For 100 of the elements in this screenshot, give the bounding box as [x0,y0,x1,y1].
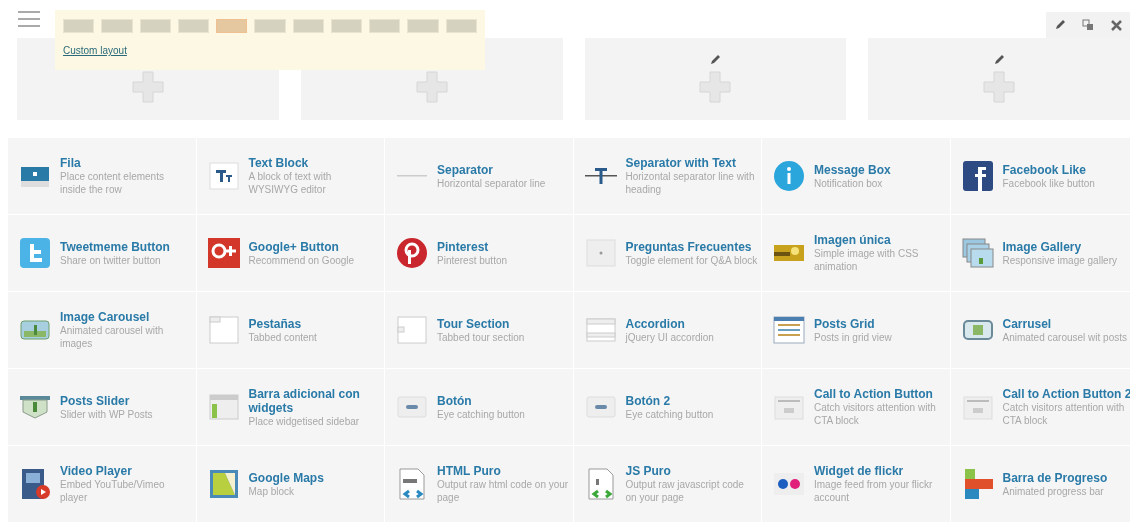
plus-icon [130,70,165,104]
custom-layout-link[interactable]: Custom layout [63,43,127,58]
element-tile[interactable]: Google Maps Map block [196,446,384,522]
element-title: Facebook Like [1002,162,1087,177]
element-title: Separator [437,162,495,177]
element-tile[interactable]: Google+ Button Recommend on Google [196,215,384,291]
info-icon [772,159,806,193]
element-tile[interactable]: Barra adicional con widgets Place widgetised sidebar [196,369,384,445]
element-title: Barra adicional con widgets [248,386,361,415]
element-description: A block of text with WYSIWYG editor [248,170,333,196]
element-description: Share on twitter button [60,253,162,267]
element-title: Separator with Text [625,156,737,170]
layout-option[interactable] [63,19,95,33]
element-title: Preguntas Frecuentes [625,239,753,254]
layout-option[interactable] [177,19,210,33]
element-description: Recommend on Google [248,254,356,267]
layout-option[interactable] [101,19,133,33]
element-tile[interactable]: Separator with Text Horizontal separator line with heading [573,138,761,214]
element-description: jQuery UI accordion [625,330,715,344]
element-description: Output raw html code on your page [437,478,569,504]
element-tile[interactable]: Posts Slider Slider with WP Posts [8,369,196,445]
element-title: Image Carousel [60,310,151,324]
copy-icon [1082,19,1094,31]
element-tile[interactable]: Carrusel Animated carousel wit posts [950,292,1130,368]
element-description: Animated carousel wit posts [1002,330,1128,344]
element-description: Responsive image gallery [1002,254,1118,267]
element-description: Output raw javascript code on your page [625,478,745,504]
element-tile[interactable]: Widget de flickr Image feed from your flickr account [762,446,950,522]
layout-option[interactable] [139,19,171,33]
layout-option[interactable] [445,19,477,33]
element-title: Pinterest [437,239,490,254]
element-description: Place widgetised sidebar [248,415,361,428]
google-plus-icon [206,236,241,270]
element-title: JS Puro [625,464,672,478]
layout-option[interactable] [292,19,324,33]
element-description: Image feed from your flickr account [814,478,934,504]
element-title: Imagen única [814,233,892,247]
element-tile[interactable]: Botón 2 Eye catching button [573,369,761,445]
element-title: Message Box [814,162,892,177]
element-description: Horizontal separator line [437,177,547,190]
element-description: Posts in grid view [814,330,893,344]
element-description: Pinterest button [437,253,509,267]
layout-option[interactable] [254,19,286,33]
close-icon [1110,19,1122,31]
tour-icon [395,313,429,347]
element-tile[interactable]: Barra de Progreso Animated progress bar [950,446,1130,522]
element-tile[interactable]: Tour Section Tabbed tour section [385,292,573,368]
element-title: Google+ Button [248,239,340,254]
plus-icon [982,70,1017,104]
element-description: Slider with WP Posts [60,407,154,421]
element-description: Tabbed tour section [437,330,526,344]
element-description: Embed YouTube/Vimeo player [60,478,166,504]
element-description: Horizontal separator line with heading [625,170,756,196]
element-description: Animated carousel with images [60,324,165,350]
layout-option[interactable] [369,19,401,33]
layout-option[interactable] [407,19,439,33]
element-title: Carrusel [1002,316,1053,331]
element-tile[interactable]: Separator Horizontal separator line [385,138,573,214]
element-tile[interactable]: HTML Puro Output raw html code on your page [385,446,573,522]
pinterest-icon [395,236,429,270]
element-tile[interactable]: Image Carousel Animated carousel with images [8,292,196,368]
element-title: HTML Puro [437,464,502,478]
layout-option[interactable] [216,19,248,33]
menu-icon[interactable] [18,11,40,27]
tabs-icon [206,313,241,347]
pencil-icon [993,54,1006,66]
element-title: Botón [437,393,473,408]
element-tile[interactable]: Text Block A block of text with WYSIWYG editor [196,138,384,214]
element-tile[interactable]: Image Gallery Responsive image gallery [950,215,1130,291]
element-tile[interactable]: Video Player Embed YouTube/Vimeo player [8,446,196,522]
element-title: Posts Slider [60,393,131,408]
element-tile[interactable]: Pinterest Pinterest button [385,215,573,291]
element-title: Barra de Progreso [1002,470,1109,485]
element-description: Catch visitors attention with CTA block [814,401,937,427]
element-tile[interactable]: Call to Action Button 2 Catch visitors attention with CTA block [950,369,1130,445]
element-title: Posts Grid [814,316,876,331]
element-tile[interactable]: Imagen única Simple image with CSS animation [762,215,950,291]
element-title: Pestañas [248,316,303,331]
element-title: Botón 2 [625,393,672,408]
element-description: Place content elements inside the row [60,170,165,196]
element-description: Catch visitors attention with CTA block [1002,401,1126,427]
element-title: Fila [60,156,82,170]
element-tile[interactable]: Accordion jQuery UI accordion [573,292,761,368]
gallery-icon [960,236,995,270]
element-description: Toggle element for Q&A block [625,254,758,267]
column-placeholder[interactable] [584,38,847,120]
element-tile[interactable]: Tweetmeme Button Share on twitter button [8,215,196,291]
element-tile[interactable]: Fila Place content elements inside the row [8,138,196,214]
element-tile[interactable]: Posts Grid Posts in grid view [762,292,950,368]
element-tile[interactable]: Pestañas Tabbed content [196,292,384,368]
element-tile[interactable]: Message Box Notification box [762,138,950,214]
plus-icon [414,70,449,104]
layout-option[interactable] [330,19,363,33]
element-tile[interactable]: Call to Action Button Catch visitors attention with CTA block [762,369,950,445]
element-description: Tabbed content [248,330,318,344]
toggle-icon [583,236,618,270]
element-tile[interactable]: Preguntas Frecuentes Toggle element for Q&A block [573,215,761,291]
element-tile[interactable]: Facebook Like Facebook like button [950,138,1130,214]
element-tile[interactable]: Botón Eye catching button [385,369,573,445]
element-tile[interactable]: JS Puro Output raw javascript code on your page [573,446,761,522]
